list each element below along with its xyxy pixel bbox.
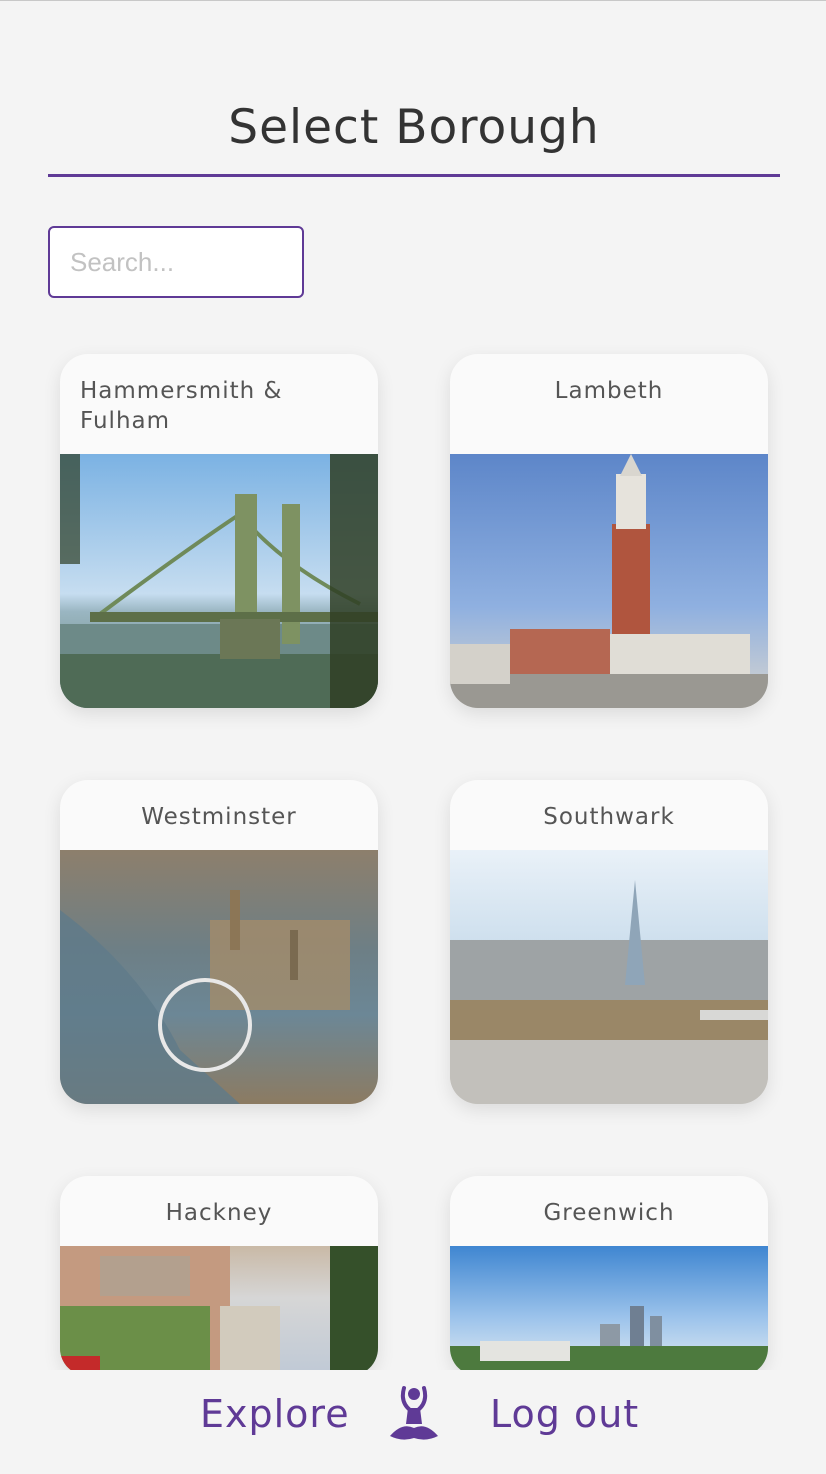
borough-image-lambeth-town-hall (450, 454, 768, 708)
page-title: Select Borough (228, 100, 600, 155)
top-divider (0, 0, 826, 1)
borough-image-shard-skyline (450, 850, 768, 1104)
borough-name: Hammersmith & Fulham (80, 378, 283, 434)
borough-name: Greenwich (543, 1200, 675, 1226)
search-input[interactable] (48, 226, 304, 298)
borough-card-lambeth[interactable]: Lambeth (450, 354, 768, 708)
borough-card-hammersmith-fulham[interactable]: Hammersmith & Fulham (60, 354, 378, 708)
borough-name: Lambeth (554, 378, 664, 404)
explore-nav-button[interactable]: Explore (200, 1392, 350, 1436)
borough-card-greenwich[interactable]: Greenwich (450, 1176, 768, 1376)
borough-image-hackney-empire (60, 1246, 378, 1376)
borough-name: Westminster (141, 804, 297, 830)
logout-nav-button[interactable]: Log out (490, 1392, 639, 1436)
title-underline (48, 174, 780, 177)
borough-name: Hackney (165, 1200, 273, 1226)
meditation-person-icon[interactable] (386, 1384, 442, 1444)
bottom-nav: Explore Log out (0, 1370, 826, 1474)
borough-card-westminster[interactable]: Westminster (60, 780, 378, 1104)
borough-card-hackney[interactable]: Hackney (60, 1176, 378, 1376)
borough-name: Southwark (543, 804, 675, 830)
borough-image-greenwich-skyline (450, 1246, 768, 1376)
borough-card-southwark[interactable]: Southwark (450, 780, 768, 1104)
borough-image-westminster-aerial (60, 850, 378, 1104)
borough-image-hammersmith-bridge (60, 454, 378, 708)
